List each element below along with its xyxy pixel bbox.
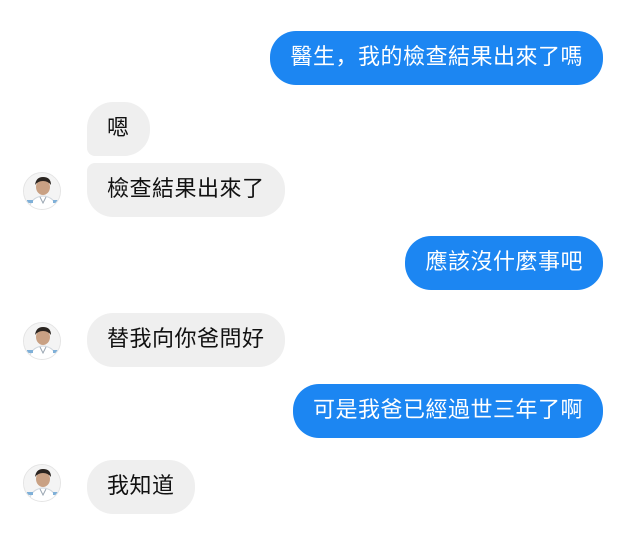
person-icon	[24, 465, 60, 501]
person-icon	[24, 173, 60, 209]
message-bubble-received: 我知道	[87, 460, 195, 514]
doctor-avatar-icon[interactable]	[23, 172, 61, 210]
message-bubble-sent: 醫生，我的檢查結果出來了嗎	[270, 31, 603, 85]
message-bubble-received: 檢查結果出來了	[87, 163, 285, 217]
message-bubble-received: 嗯	[87, 102, 150, 156]
person-icon	[24, 323, 60, 359]
chat-thread: 醫生，我的檢查結果出來了嗎 嗯 檢查結果出來了 應該沒什麼事吧 替我向你爸問好 …	[0, 0, 640, 548]
doctor-avatar-icon[interactable]	[23, 464, 61, 502]
message-bubble-sent: 可是我爸已經過世三年了啊	[292, 384, 603, 438]
doctor-avatar-icon[interactable]	[23, 322, 61, 360]
message-bubble-received: 替我向你爸問好	[87, 313, 285, 367]
message-bubble-sent: 應該沒什麼事吧	[405, 236, 603, 290]
